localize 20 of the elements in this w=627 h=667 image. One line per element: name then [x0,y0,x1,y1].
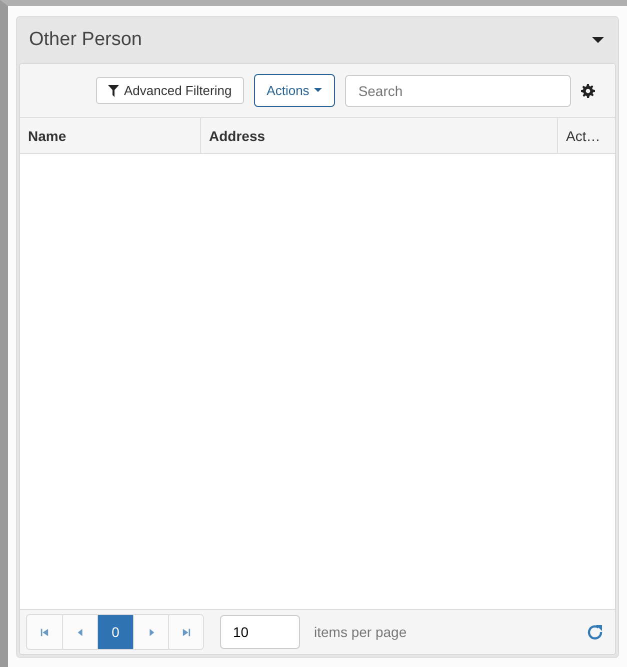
column-header[interactable]: Name [20,118,200,153]
last-page-icon [182,628,190,636]
refresh-icon[interactable] [587,624,603,640]
last-page-button[interactable] [168,615,203,649]
items-per-page-label: items per page [314,624,407,640]
column-header[interactable]: Address [200,118,557,153]
actions-button[interactable]: Actions [254,74,336,107]
column-header[interactable]: Act… [557,118,615,153]
page-button[interactable]: 0 [97,615,133,649]
caret-icon[interactable] [592,36,604,44]
search-field[interactable]: Search [345,74,572,106]
previous-page-icon [76,628,84,636]
page-size-field[interactable]: 10 [220,615,300,649]
filter-icon [108,84,119,96]
caret-icon [314,88,322,93]
settings-icon[interactable] [581,84,596,98]
next-page-icon [146,628,156,636]
advanced-filtering-button[interactable]: Advanced Filtering [96,77,244,104]
first-page-icon [40,628,49,636]
panel-title: Other Person [29,29,142,51]
